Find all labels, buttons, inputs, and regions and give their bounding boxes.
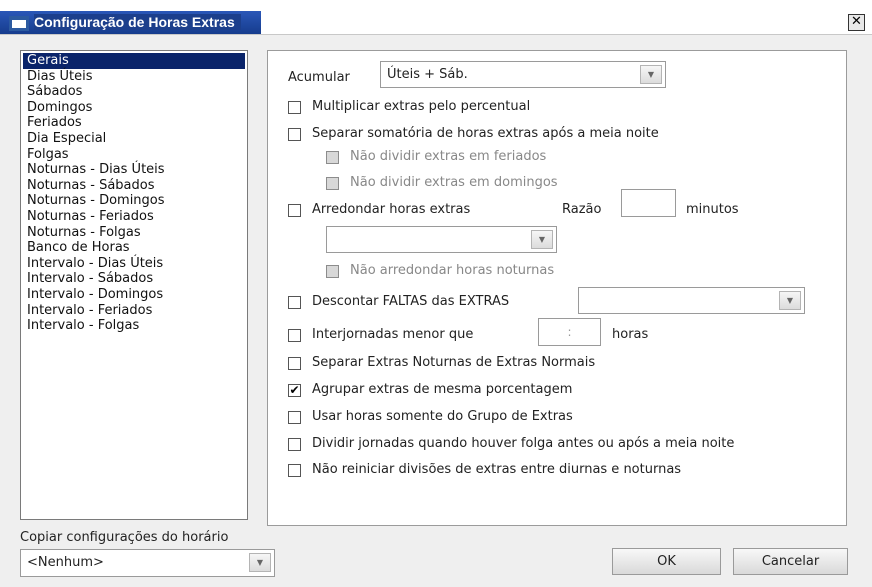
list-item[interactable]: Intervalo - Dias Úteis (23, 256, 245, 272)
separar-noturnas-checkbox[interactable] (288, 357, 301, 370)
interjornadas-checkbox[interactable] (288, 329, 301, 342)
close-button[interactable]: ✕ (848, 14, 865, 31)
arredondar-select[interactable]: ▼ (326, 226, 557, 253)
cancel-button[interactable]: Cancelar (733, 548, 848, 575)
razao-input[interactable] (621, 189, 676, 217)
window-title: Configuração de Horas Extras (34, 14, 241, 30)
nao-dividir-domingos-checkbox[interactable] (326, 177, 339, 190)
category-list[interactable]: Gerais Dias Úteis Sábados Domingos Feriados D… (20, 50, 248, 520)
separar-noturnas-label: Separar Extras Noturnas de Extras Normai… (312, 355, 596, 370)
interjornadas-input[interactable]: : (538, 318, 601, 346)
acumular-label: Acumular (288, 70, 350, 85)
nao-dividir-feriados-label: Não dividir extras em feriados (350, 149, 547, 164)
list-item[interactable]: Banco de Horas (23, 240, 245, 256)
nao-arredondar-noturnas-checkbox[interactable] (326, 265, 339, 278)
chevron-down-icon[interactable]: ▼ (779, 291, 801, 310)
list-item[interactable]: Intervalo - Folgas (23, 318, 245, 334)
descontar-faltas-checkbox[interactable] (288, 296, 301, 309)
list-item[interactable]: Folgas (23, 147, 245, 163)
agrupar-label: Agrupar extras de mesma porcentagem (312, 382, 573, 397)
list-item[interactable]: Intervalo - Domingos (23, 287, 245, 303)
chevron-down-icon[interactable]: ▼ (531, 230, 553, 249)
list-item[interactable]: Dia Especial (23, 131, 245, 147)
descontar-faltas-select[interactable]: ▼ (578, 287, 805, 314)
arredondar-label: Arredondar horas extras (312, 202, 471, 217)
list-item[interactable]: Gerais (23, 53, 245, 69)
nao-dividir-feriados-checkbox[interactable] (326, 151, 339, 164)
window-icon (9, 16, 29, 31)
chevron-down-icon[interactable]: ▼ (249, 553, 271, 572)
nao-arredondar-noturnas-label: Não arredondar horas noturnas (350, 263, 555, 278)
acumular-value: Úteis + Sáb. (387, 67, 468, 82)
dividir-jornadas-label: Dividir jornadas quando houver folga ant… (312, 436, 735, 451)
multiplicar-checkbox[interactable] (288, 101, 301, 114)
interjornadas-label: Interjornadas menor que (312, 327, 474, 342)
nao-reiniciar-checkbox[interactable] (288, 464, 301, 477)
separar-somatoria-label: Separar somatória de horas extras após a… (312, 126, 659, 141)
list-item[interactable]: Noturnas - Dias Úteis (23, 162, 245, 178)
multiplicar-label: Multiplicar extras pelo percentual (312, 99, 531, 114)
list-item[interactable]: Intervalo - Feriados (23, 303, 245, 319)
copiar-select[interactable]: <Nenhum> ▼ (20, 549, 275, 577)
copiar-label: Copiar configurações do horário (20, 530, 229, 545)
agrupar-checkbox[interactable]: ✔ (288, 384, 301, 397)
chevron-down-icon[interactable]: ▼ (640, 65, 662, 84)
ok-button[interactable]: OK (612, 548, 721, 575)
dividir-jornadas-checkbox[interactable] (288, 438, 301, 451)
list-item[interactable]: Noturnas - Domingos (23, 193, 245, 209)
list-item[interactable]: Domingos (23, 100, 245, 116)
nao-dividir-domingos-label: Não dividir extras em domingos (350, 175, 558, 190)
list-item[interactable]: Noturnas - Sábados (23, 178, 245, 194)
usar-grupo-label: Usar horas somente do Grupo de Extras (312, 409, 573, 424)
list-item[interactable]: Noturnas - Feriados (23, 209, 245, 225)
list-item[interactable]: Dias Úteis (23, 69, 245, 85)
separar-somatoria-checkbox[interactable] (288, 128, 301, 141)
list-item[interactable]: Noturnas - Folgas (23, 225, 245, 241)
horas-label: horas (612, 327, 649, 342)
acumular-select[interactable]: Úteis + Sáb. ▼ (380, 61, 666, 88)
usar-grupo-checkbox[interactable] (288, 411, 301, 424)
settings-panel: Acumular Úteis + Sáb. ▼ Multiplicar extr… (267, 50, 847, 526)
list-item[interactable]: Sábados (23, 84, 245, 100)
list-item[interactable]: Intervalo - Sábados (23, 271, 245, 287)
title-bar: Configuração de Horas Extras ✕ (0, 0, 872, 34)
descontar-faltas-label: Descontar FALTAS das EXTRAS (312, 294, 510, 309)
list-item[interactable]: Feriados (23, 115, 245, 131)
nao-reiniciar-label: Não reiniciar divisões de extras entre d… (312, 462, 682, 477)
copiar-value: <Nenhum> (27, 555, 104, 570)
arredondar-checkbox[interactable] (288, 204, 301, 217)
razao-label: Razão (562, 202, 602, 217)
minutos-label: minutos (686, 202, 739, 217)
